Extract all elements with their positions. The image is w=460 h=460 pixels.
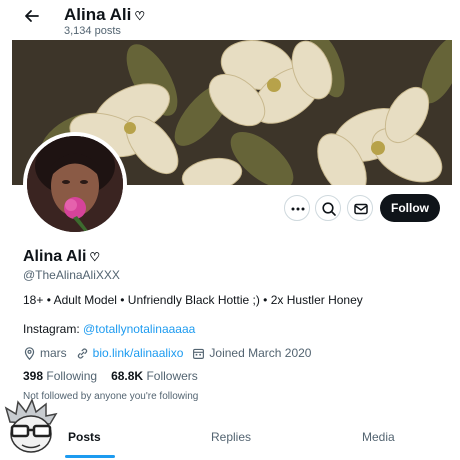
- header-name: Alina Ali: [64, 5, 132, 24]
- tab-replies[interactable]: Replies: [211, 430, 251, 444]
- tab-media[interactable]: Media: [362, 430, 395, 444]
- following-link[interactable]: 398 Following: [23, 369, 97, 383]
- following-count: 398: [23, 369, 44, 383]
- mascot-logo: [2, 398, 60, 456]
- location-item: mars: [23, 346, 67, 360]
- heart-icon: ♡: [134, 9, 146, 23]
- website-link[interactable]: bio.link/alinaalixo: [93, 346, 184, 360]
- joined-text: Joined March 2020: [209, 346, 312, 360]
- calendar-icon: [193, 348, 205, 359]
- message-button[interactable]: [347, 195, 373, 221]
- heart-icon: ♡: [89, 250, 101, 264]
- instagram-label: Instagram:: [23, 322, 80, 336]
- search-button[interactable]: [315, 195, 341, 221]
- follow-stats: 398 Following 68.8K Followers: [23, 369, 198, 383]
- link-icon: [77, 347, 87, 359]
- search-icon: [322, 202, 336, 216]
- tab-posts[interactable]: Posts: [68, 430, 101, 444]
- joined-item: Joined March 2020: [192, 346, 311, 360]
- header-title: Alina Ali ♡: [64, 5, 145, 25]
- active-tab-indicator: [65, 455, 115, 458]
- instagram-line: Instagram: @totallynotalinaaaaa: [23, 322, 195, 336]
- following-label: Following: [46, 369, 98, 383]
- profile-meta: mars bio.link/alinaalixo Joined March 20…: [23, 345, 320, 361]
- followers-link[interactable]: 68.8K Followers: [111, 369, 198, 383]
- top-bar: Alina Ali ♡ 3,134 posts: [0, 0, 460, 40]
- avatar[interactable]: [23, 132, 127, 236]
- profile-name-row: Alina Ali ♡: [23, 248, 100, 266]
- followers-count: 68.8K: [111, 369, 144, 383]
- location-pin-icon: [24, 346, 35, 360]
- more-button[interactable]: [284, 195, 310, 221]
- profile-bio: 18+ • Adult Model • Unfriendly Black Hot…: [23, 293, 363, 307]
- followers-label: Followers: [146, 369, 198, 383]
- profile-name: Alina Ali: [23, 248, 87, 265]
- posts-count: 3,134 posts: [64, 25, 121, 37]
- arrow-left-icon[interactable]: [22, 8, 42, 28]
- profile-handle: @TheAlinaAliXXX: [23, 268, 120, 282]
- profile-tabs: Posts Replies Media: [12, 420, 452, 460]
- follow-button[interactable]: Follow: [380, 194, 440, 222]
- instagram-link[interactable]: @totallynotalinaaaaa: [83, 322, 195, 336]
- envelope-icon: [354, 203, 368, 215]
- more-horizontal-icon: [291, 207, 305, 211]
- website-item[interactable]: bio.link/alinaalixo: [76, 346, 184, 360]
- location-text: mars: [40, 346, 67, 360]
